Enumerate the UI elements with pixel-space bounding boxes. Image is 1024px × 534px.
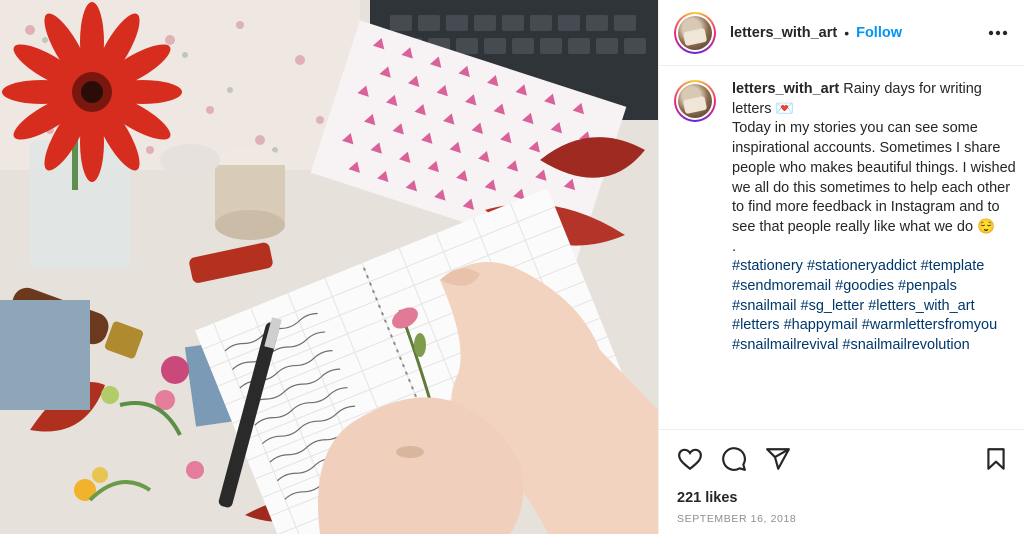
post-caption: letters_with_art Rainy days for writing … [674,80,1019,356]
separator-dot: • [844,24,850,41]
follow-button[interactable]: Follow [856,25,902,41]
caption-text: Rainy days for writing letters 💌 Today i… [732,81,1016,255]
likes-count[interactable]: 221 likes [677,490,737,506]
paper-plane-icon[interactable] [765,446,791,472]
header-username[interactable]: letters_with_art [730,25,837,41]
post-date: SEPTEMBER 16, 2018 [677,513,797,525]
comment-icon[interactable] [721,446,747,472]
more-options-icon[interactable] [987,22,1009,44]
bookmark-icon[interactable] [983,446,1009,472]
caption-hashtags[interactable]: #stationery #stationeryaddict #template … [732,258,997,353]
avatar-image [678,15,712,50]
post-image [0,0,658,534]
action-bar [677,446,1009,472]
caption-username[interactable]: letters_with_art [732,81,839,97]
avatar[interactable] [674,11,716,54]
caption-body: letters_with_art Rainy days for writing … [732,80,1019,356]
post-header: letters_with_art • Follow [659,0,1024,66]
caption-avatar[interactable] [674,80,716,122]
divider [659,429,1024,430]
post-sidebar: letters_with_art • Follow letters_with_a… [658,0,1024,534]
avatar-image [678,84,712,118]
post-photo[interactable] [0,0,658,534]
heart-icon[interactable] [677,446,703,472]
